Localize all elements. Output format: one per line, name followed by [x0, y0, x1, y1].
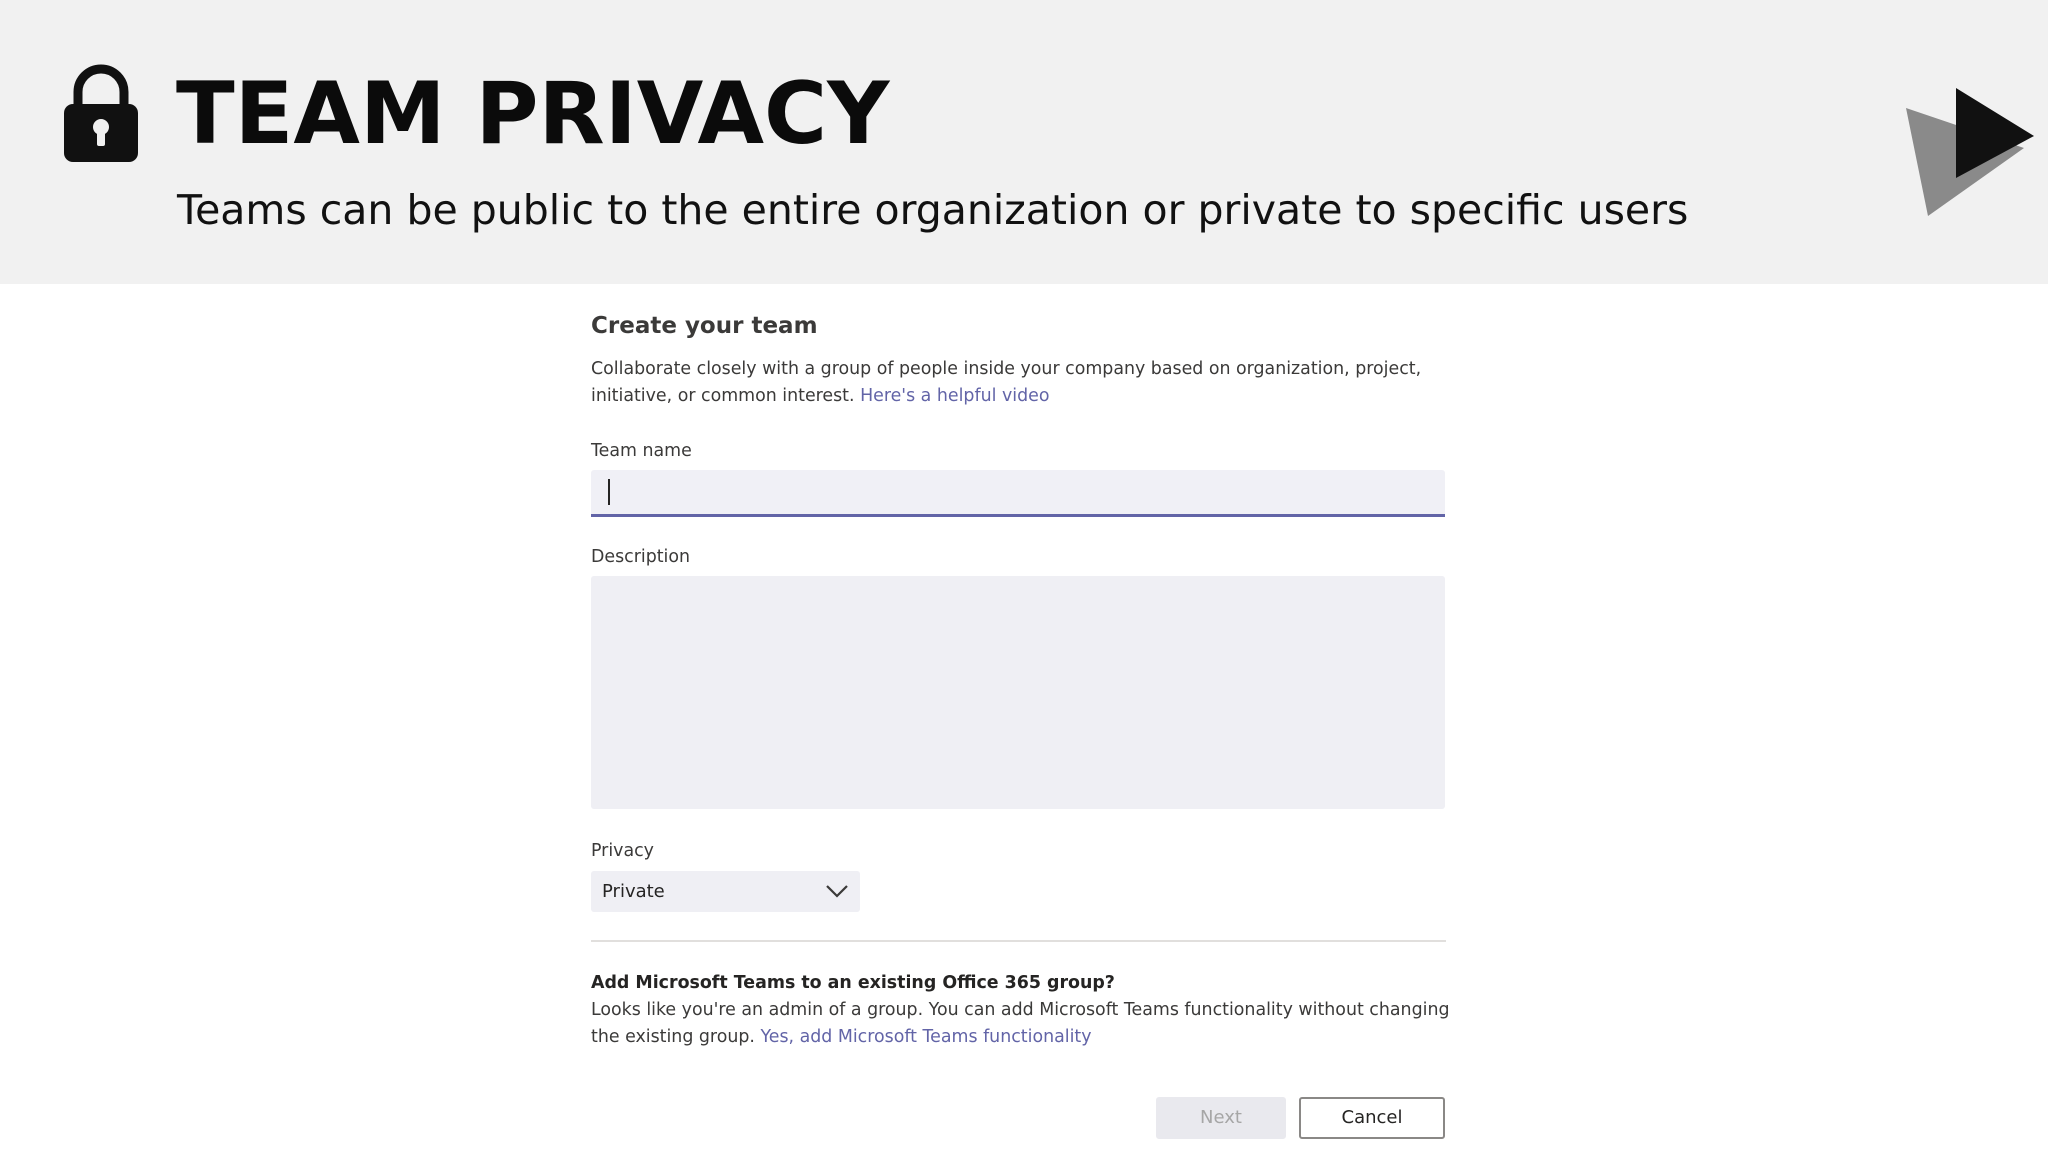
- existing-group-text: Looks like you're an admin of a group. Y…: [591, 997, 1451, 1051]
- helpful-video-link[interactable]: Here's a helpful video: [860, 386, 1049, 406]
- privacy-dropdown[interactable]: Private: [591, 871, 860, 912]
- team-name-label: Team name: [591, 441, 692, 461]
- slide-title: TEAM PRIVACY: [176, 64, 890, 164]
- cancel-button[interactable]: Cancel: [1299, 1097, 1445, 1139]
- header-banner: TEAM PRIVACY Teams can be public to the …: [0, 0, 2048, 284]
- privacy-selected-value: Private: [602, 881, 665, 902]
- existing-group-heading: Add Microsoft Teams to an existing Offic…: [591, 973, 1115, 993]
- privacy-label: Privacy: [591, 841, 654, 861]
- chevron-down-icon: [826, 885, 848, 898]
- section-divider: [591, 940, 1446, 942]
- add-teams-functionality-link[interactable]: Yes, add Microsoft Teams functionality: [760, 1027, 1091, 1047]
- dialog-description: Collaborate closely with a group of peop…: [591, 356, 1451, 410]
- description-label: Description: [591, 547, 691, 567]
- next-button[interactable]: Next: [1156, 1097, 1286, 1139]
- dialog-title: Create your team: [591, 313, 818, 339]
- team-name-input[interactable]: [591, 470, 1445, 517]
- slide-subtitle: Teams can be public to the entire organi…: [177, 186, 1689, 234]
- lock-icon: [64, 64, 138, 162]
- play-icon[interactable]: [1906, 88, 2034, 220]
- description-textarea[interactable]: [591, 576, 1445, 809]
- text-caret: [608, 479, 610, 505]
